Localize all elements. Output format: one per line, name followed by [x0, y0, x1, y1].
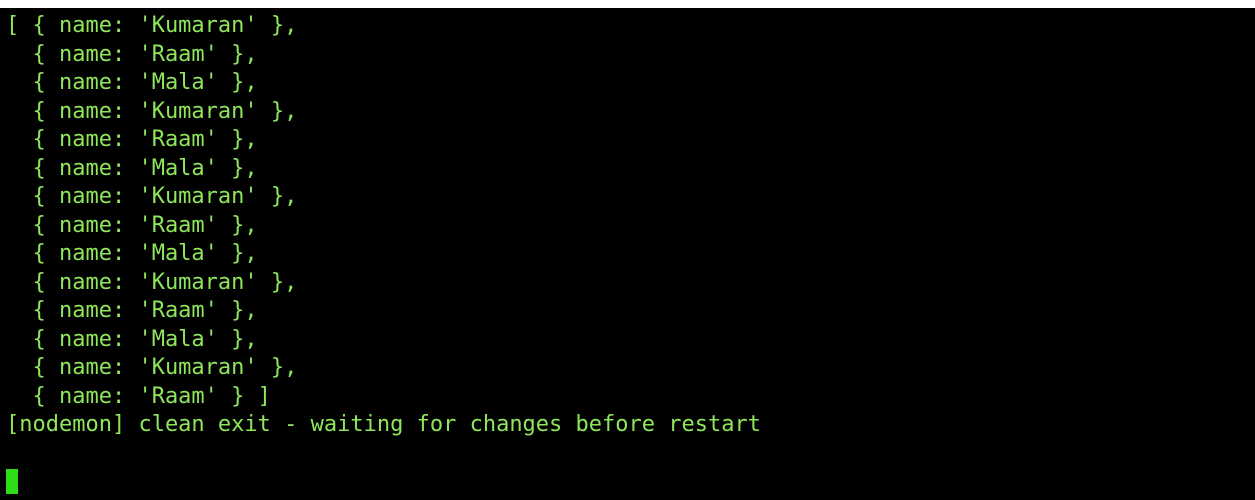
- output-line-3: { name: 'Mala' },: [6, 70, 258, 95]
- output-line-4: { name: 'Kumaran' },: [6, 98, 298, 124]
- output-line-5: { name: 'Raam' },: [6, 127, 258, 152]
- output-line-2: { name: 'Raam' },: [6, 41, 258, 67]
- output-line-1: [ { name: 'Kumaran' },: [6, 13, 298, 38]
- terminal-cursor[interactable]: [6, 469, 18, 494]
- output-line-13: { name: 'Kumaran' },: [6, 355, 298, 380]
- output-line-11: { name: 'Raam' },: [6, 298, 258, 323]
- output-line-6: { name: 'Mala' },: [6, 155, 258, 181]
- output-line-14: { name: 'Raam' } ]: [6, 383, 271, 409]
- window-top-edge: [0, 0, 1255, 8]
- output-line-8: { name: 'Raam' },: [6, 212, 258, 238]
- output-line-10: { name: 'Kumaran' },: [6, 269, 298, 295]
- output-line-7: { name: 'Kumaran' },: [6, 184, 298, 209]
- terminal-window[interactable]: [ { name: 'Kumaran' }, { name: 'Raam' },…: [0, 0, 1255, 500]
- output-line-12: { name: 'Mala' },: [6, 326, 258, 352]
- terminal-output: [ { name: 'Kumaran' }, { name: 'Raam' },…: [6, 12, 761, 440]
- nodemon-status-line: [nodemon] clean exit - waiting for chang…: [6, 412, 761, 437]
- output-line-9: { name: 'Mala' },: [6, 241, 258, 266]
